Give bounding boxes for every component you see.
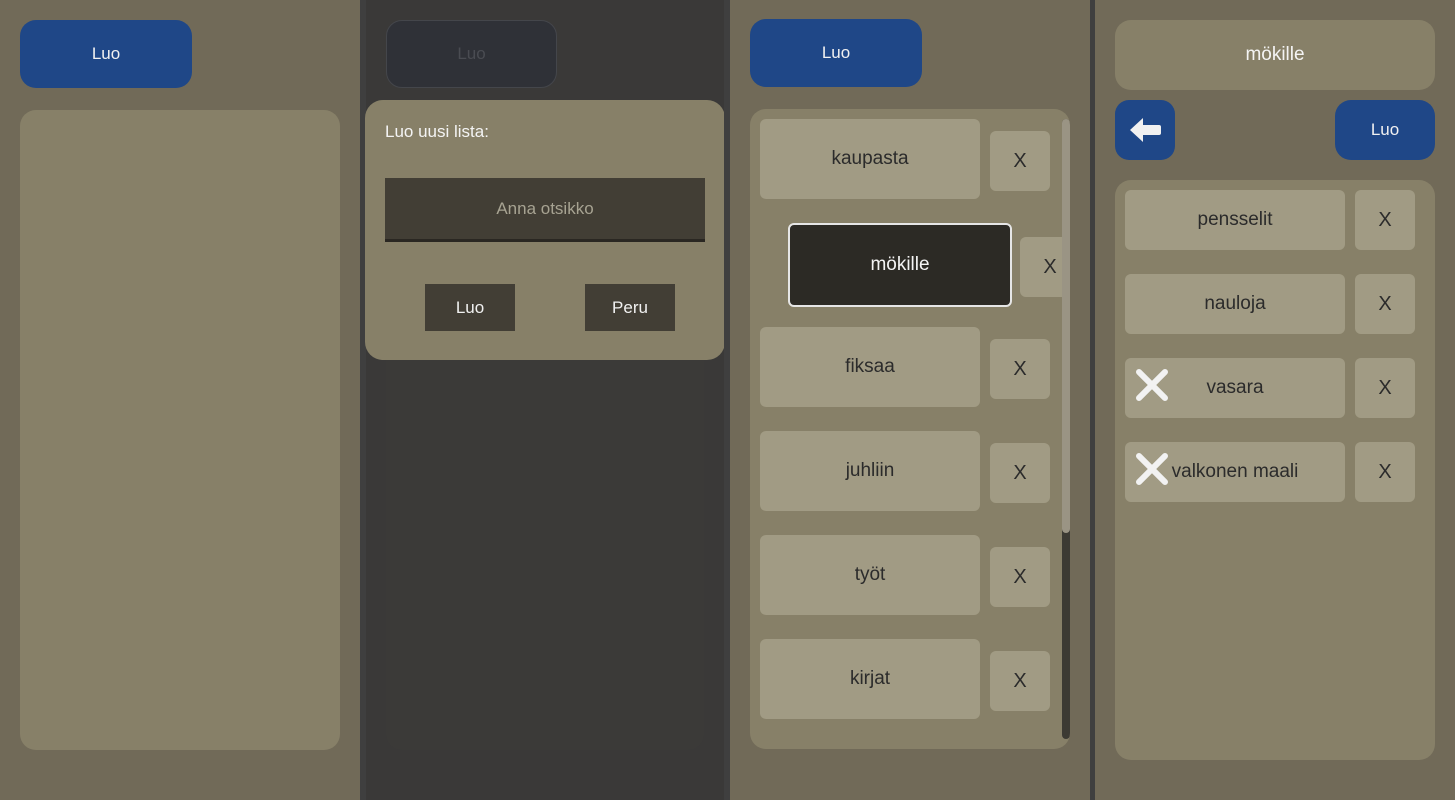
list-item[interactable]: kaupasta [760,119,980,199]
list-item-selected[interactable]: mökille [788,223,1012,307]
panel-list-detail: mökille Luo pensselit X nauloja X vasara… [1095,0,1455,800]
create-item-button[interactable]: Luo [1335,100,1435,160]
scrollbar-thumb[interactable] [1062,119,1070,533]
items-container: pensselit X nauloja X vasara X valkonen … [1115,180,1435,760]
list-entry-checked[interactable]: valkonen maali [1125,442,1345,502]
item-label: valkonen maali [1171,461,1299,482]
lists-container: kaupasta X mökille X fiksaa X juhliin X … [750,109,1070,749]
create-list-button[interactable]: Luo [20,20,192,88]
checked-x-icon [1135,452,1169,486]
dialog-title: Luo uusi lista: [385,122,489,141]
delete-item-button[interactable]: X [1355,190,1415,250]
list-entry[interactable]: pensselit [1125,190,1345,250]
back-button[interactable] [1115,100,1175,160]
list-entry[interactable]: nauloja [1125,274,1345,334]
list-item[interactable]: fiksaa [760,327,980,407]
delete-item-button[interactable]: X [1355,442,1415,502]
item-label: pensselit [1197,209,1273,230]
scrollbar-track[interactable] [1062,119,1070,739]
delete-item-button[interactable]: X [1355,358,1415,418]
create-list-button[interactable]: Luo [750,19,922,87]
item-label: nauloja [1204,293,1266,314]
delete-list-button[interactable]: X [990,339,1050,399]
list-item[interactable]: kirjat [760,639,980,719]
create-list-dialog: Luo uusi lista: Anna otsikko Luo Peru [365,100,725,360]
dialog-cancel-button[interactable]: Peru [585,284,675,331]
arrow-left-icon [1128,116,1162,144]
list-title-input[interactable]: Anna otsikko [385,178,705,242]
lists-container [20,110,340,750]
list-item[interactable]: työt [760,535,980,615]
panel-empty-home: Luo [0,0,360,800]
list-item[interactable]: juhliin [760,431,980,511]
dialog-create-button[interactable]: Luo [425,284,515,331]
delete-item-button[interactable]: X [1355,274,1415,334]
create-list-button-dimmed: Luo [386,20,557,88]
checked-x-icon [1135,368,1169,402]
item-label: vasara [1206,377,1264,398]
delete-list-button[interactable]: X [990,547,1050,607]
delete-list-button[interactable]: X [990,131,1050,191]
list-title-header: mökille [1115,20,1435,90]
panel-lists: Luo kaupasta X mökille X fiksaa X juhlii… [730,0,1090,800]
delete-list-button[interactable]: X [990,651,1050,711]
delete-list-button[interactable]: X [990,443,1050,503]
list-entry-checked[interactable]: vasara [1125,358,1345,418]
panel-create-dialog: Luo Luo uusi lista: Anna otsikko Luo Per… [365,0,725,800]
